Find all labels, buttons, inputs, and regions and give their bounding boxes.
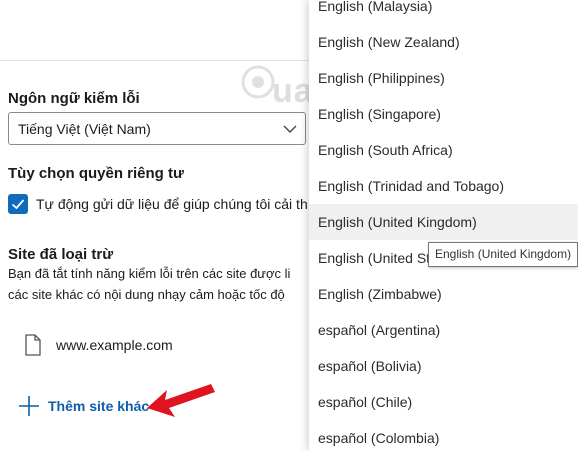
plus-icon[interactable] <box>18 395 40 422</box>
excluded-site-item: www.example.com <box>56 337 173 353</box>
check-icon <box>11 199 25 210</box>
privacy-heading: Tùy chọn quyền riêng tư <box>8 165 184 182</box>
option-tooltip: English (United Kingdom) <box>428 242 578 267</box>
add-site-button[interactable]: Thêm site khác <box>48 398 149 414</box>
dropdown-option[interactable]: español (Chile) <box>309 384 578 420</box>
settings-pane: Ngôn ngữ kiểm lỗi Tiếng Việt (Việt Nam) … <box>0 0 310 451</box>
dropdown-option[interactable]: English (Philippines) <box>309 60 578 96</box>
dropdown-option[interactable]: español (Bolivia) <box>309 348 578 384</box>
dropdown-option[interactable]: español (Colombia) <box>309 420 578 451</box>
privacy-checkbox[interactable] <box>8 194 28 214</box>
dropdown-option[interactable]: English (Singapore) <box>309 96 578 132</box>
language-select[interactable]: Tiếng Việt (Việt Nam) <box>8 112 306 145</box>
language-dropdown-list[interactable]: English (Malaysia) English (New Zealand)… <box>309 0 578 451</box>
excluded-sites-description-line1: Bạn đã tắt tính năng kiểm lỗi trên các s… <box>8 266 291 281</box>
divider <box>0 60 310 61</box>
red-arrow-annotation-icon <box>145 374 217 425</box>
privacy-checkbox-label: Tự động gửi dữ liệu để giúp chúng tôi cả… <box>36 196 308 212</box>
excluded-sites-heading: Site đã loại trừ <box>8 246 114 263</box>
dropdown-option[interactable]: English (Zimbabwe) <box>309 276 578 312</box>
dropdown-option[interactable]: English (Trinidad and Tobago) <box>309 168 578 204</box>
spellcheck-language-heading: Ngôn ngữ kiểm lỗi <box>8 90 140 107</box>
dropdown-option[interactable]: English (New Zealand) <box>309 24 578 60</box>
language-select-value: Tiếng Việt (Việt Nam) <box>18 121 151 137</box>
dropdown-option-hovered[interactable]: English (United Kingdom) <box>309 204 578 240</box>
dropdown-option[interactable]: English (Malaysia) <box>309 0 578 24</box>
document-icon <box>24 334 42 361</box>
chevron-down-icon <box>282 122 298 141</box>
dropdown-option[interactable]: English (South Africa) <box>309 132 578 168</box>
dropdown-option[interactable]: español (Argentina) <box>309 312 578 348</box>
excluded-sites-description-line2: các site khác có nội dung nhạy cảm hoặc … <box>8 287 285 302</box>
